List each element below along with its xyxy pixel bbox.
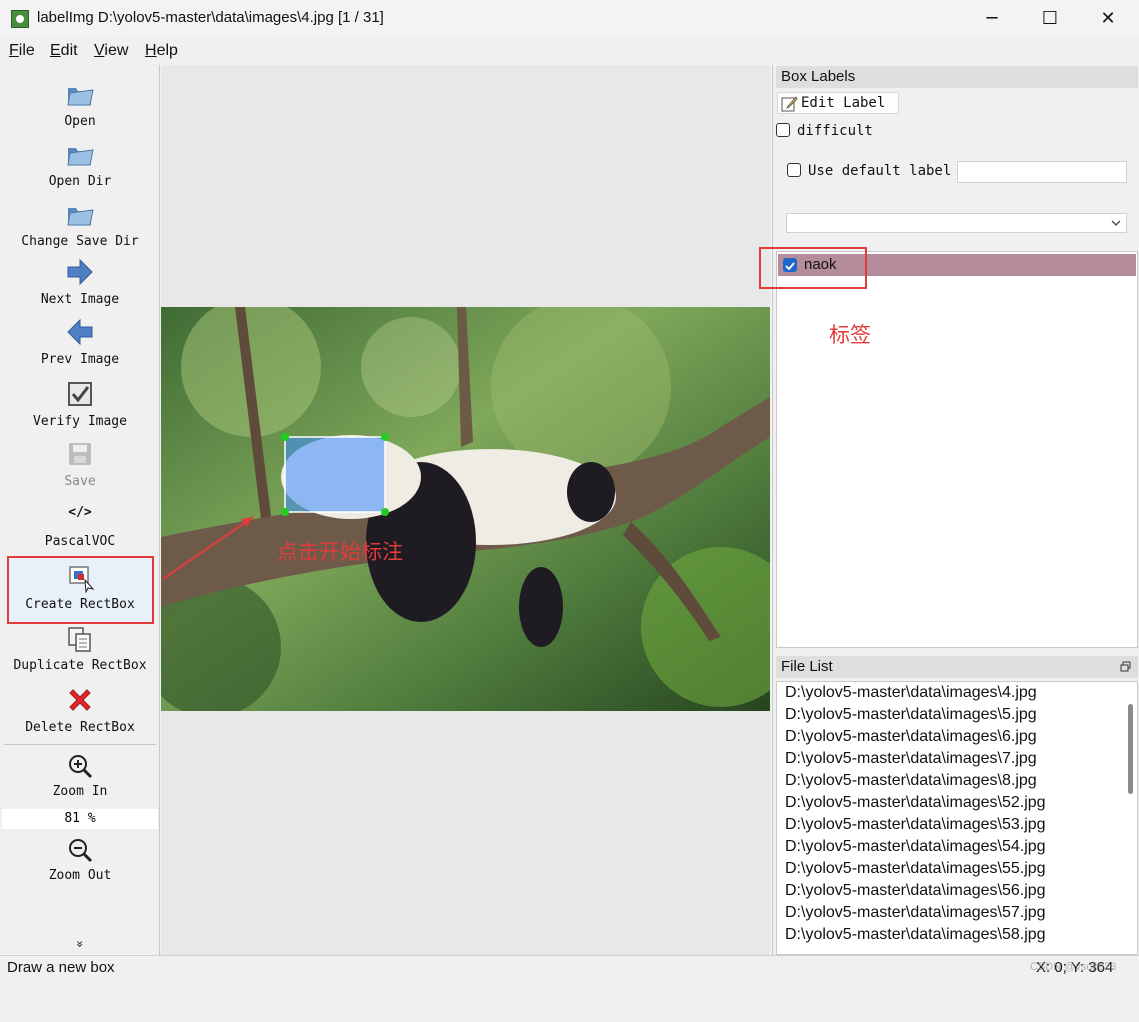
menu-help[interactable]: Help xyxy=(145,42,178,60)
box-labels-title: Box Labels xyxy=(776,66,1138,88)
duplicate-rectbox-button[interactable]: Duplicate RectBox xyxy=(2,625,158,683)
status-bar: Draw a new box X: 0; Y: 364 CSDN @vsdkd2… xyxy=(0,955,1139,981)
code-icon: </> xyxy=(68,505,92,520)
float-dock-icon[interactable] xyxy=(1120,661,1131,672)
floppy-disk-icon xyxy=(69,443,91,465)
file-list-item[interactable]: D:\yolov5-master\data\images\4.jpg xyxy=(785,684,1037,702)
file-list-item[interactable]: D:\yolov5-master\data\images\8.jpg xyxy=(785,772,1037,790)
file-list-item[interactable]: D:\yolov5-master\data\images\57.jpg xyxy=(785,904,1046,922)
menu-file[interactable]: File xyxy=(9,42,35,60)
open-button[interactable]: Open xyxy=(2,75,158,133)
menu-bar: File Edit View Help xyxy=(0,38,1139,64)
default-label-input[interactable] xyxy=(957,161,1127,183)
folder-icon xyxy=(67,208,94,226)
maximize-button[interactable]: ☐ xyxy=(1021,0,1079,38)
file-list-item[interactable]: D:\yolov5-master\data\images\58.jpg xyxy=(785,926,1046,944)
zoom-out-icon xyxy=(69,839,93,863)
checkbox-check-icon xyxy=(68,382,92,406)
file-list-item[interactable]: D:\yolov5-master\data\images\52.jpg xyxy=(785,794,1046,812)
red-x-delete-icon xyxy=(69,689,91,711)
watermark: CSDN @vsdkd23 xyxy=(1030,961,1117,973)
label-list: naok 标签 xyxy=(776,251,1138,648)
arrow-right-icon xyxy=(67,258,93,286)
file-list: D:\yolov5-master\data\images\4.jpg D:\yo… xyxy=(776,681,1138,955)
file-list-item[interactable]: D:\yolov5-master\data\images\54.jpg xyxy=(785,838,1046,856)
change-save-dir-button[interactable]: Change Save Dir xyxy=(2,195,158,253)
status-message: Draw a new box xyxy=(7,959,115,976)
use-default-label-checkbox[interactable] xyxy=(787,163,801,177)
difficult-checkbox[interactable] xyxy=(776,123,790,137)
toolbar-divider xyxy=(4,744,156,745)
open-dir-button[interactable]: Open Dir xyxy=(2,135,158,193)
difficult-label: difficult xyxy=(797,123,873,139)
image-canvas[interactable]: 点击开始标注 xyxy=(161,65,770,955)
file-list-item[interactable]: D:\yolov5-master\data\images\55.jpg xyxy=(785,860,1046,878)
label-highlight-box xyxy=(759,247,867,289)
file-list-item[interactable]: D:\yolov5-master\data\images\7.jpg xyxy=(785,750,1037,768)
start-annotation-note: 点击开始标注 xyxy=(277,540,403,564)
right-panel: Box Labels Edit Label difficult Use defa… xyxy=(759,65,1139,955)
file-list-title: File List xyxy=(776,656,1138,678)
create-rect-icon xyxy=(69,566,95,593)
label-annotation-note: 标签 xyxy=(829,323,871,347)
file-list-item[interactable]: D:\yolov5-master\data\images\53.jpg xyxy=(785,816,1046,834)
save-button[interactable]: Save xyxy=(2,437,158,495)
zoom-value-spinbox[interactable]: 81 % xyxy=(2,809,158,829)
folder-icon xyxy=(67,88,94,106)
verify-image-button[interactable]: Verify Image xyxy=(2,377,158,435)
panda-image xyxy=(161,307,770,711)
left-toolbar: Open Open Dir Change Save Dir Next Image… xyxy=(0,65,160,955)
menu-view[interactable]: View xyxy=(94,42,128,60)
next-image-button[interactable]: Next Image xyxy=(2,255,158,313)
file-list-item[interactable]: D:\yolov5-master\data\images\6.jpg xyxy=(785,728,1037,746)
pencil-edit-icon xyxy=(781,96,798,112)
title-bar: labelImg D:\yolov5-master\data\images\4.… xyxy=(0,0,1139,38)
create-rectbox-button[interactable]: Create RectBox xyxy=(7,556,154,624)
file-list-item[interactable]: D:\yolov5-master\data\images\56.jpg xyxy=(785,882,1046,900)
folder-icon xyxy=(67,148,94,166)
menu-edit[interactable]: Edit xyxy=(50,42,78,60)
file-list-item[interactable]: D:\yolov5-master\data\images\5.jpg xyxy=(785,706,1037,724)
duplicate-icon xyxy=(68,627,91,652)
delete-rectbox-button[interactable]: Delete RectBox xyxy=(2,685,158,745)
window-title: labelImg D:\yolov5-master\data\images\4.… xyxy=(37,9,384,26)
chevron-down-icon xyxy=(1111,220,1121,226)
arrow-left-icon xyxy=(67,318,93,346)
labelimg-app-icon xyxy=(11,10,29,28)
zoom-in-icon xyxy=(69,755,93,779)
prev-image-button[interactable]: Prev Image xyxy=(2,315,158,373)
toolbar-extension-button[interactable]: » xyxy=(2,937,158,953)
edit-label-button[interactable]: Edit Label xyxy=(777,92,899,114)
file-list-scrollbar[interactable] xyxy=(1128,704,1133,794)
close-button[interactable]: ✕ xyxy=(1079,0,1137,38)
use-default-label-text: Use default label xyxy=(808,163,952,179)
zoom-in-button[interactable]: Zoom In xyxy=(2,749,158,807)
label-combobox[interactable] xyxy=(786,213,1127,233)
chevron-double-down-icon: » xyxy=(73,940,87,948)
format-pascalvoc-button[interactable]: </> PascalVOC xyxy=(2,497,158,555)
minimize-button[interactable]: ─ xyxy=(963,0,1021,38)
